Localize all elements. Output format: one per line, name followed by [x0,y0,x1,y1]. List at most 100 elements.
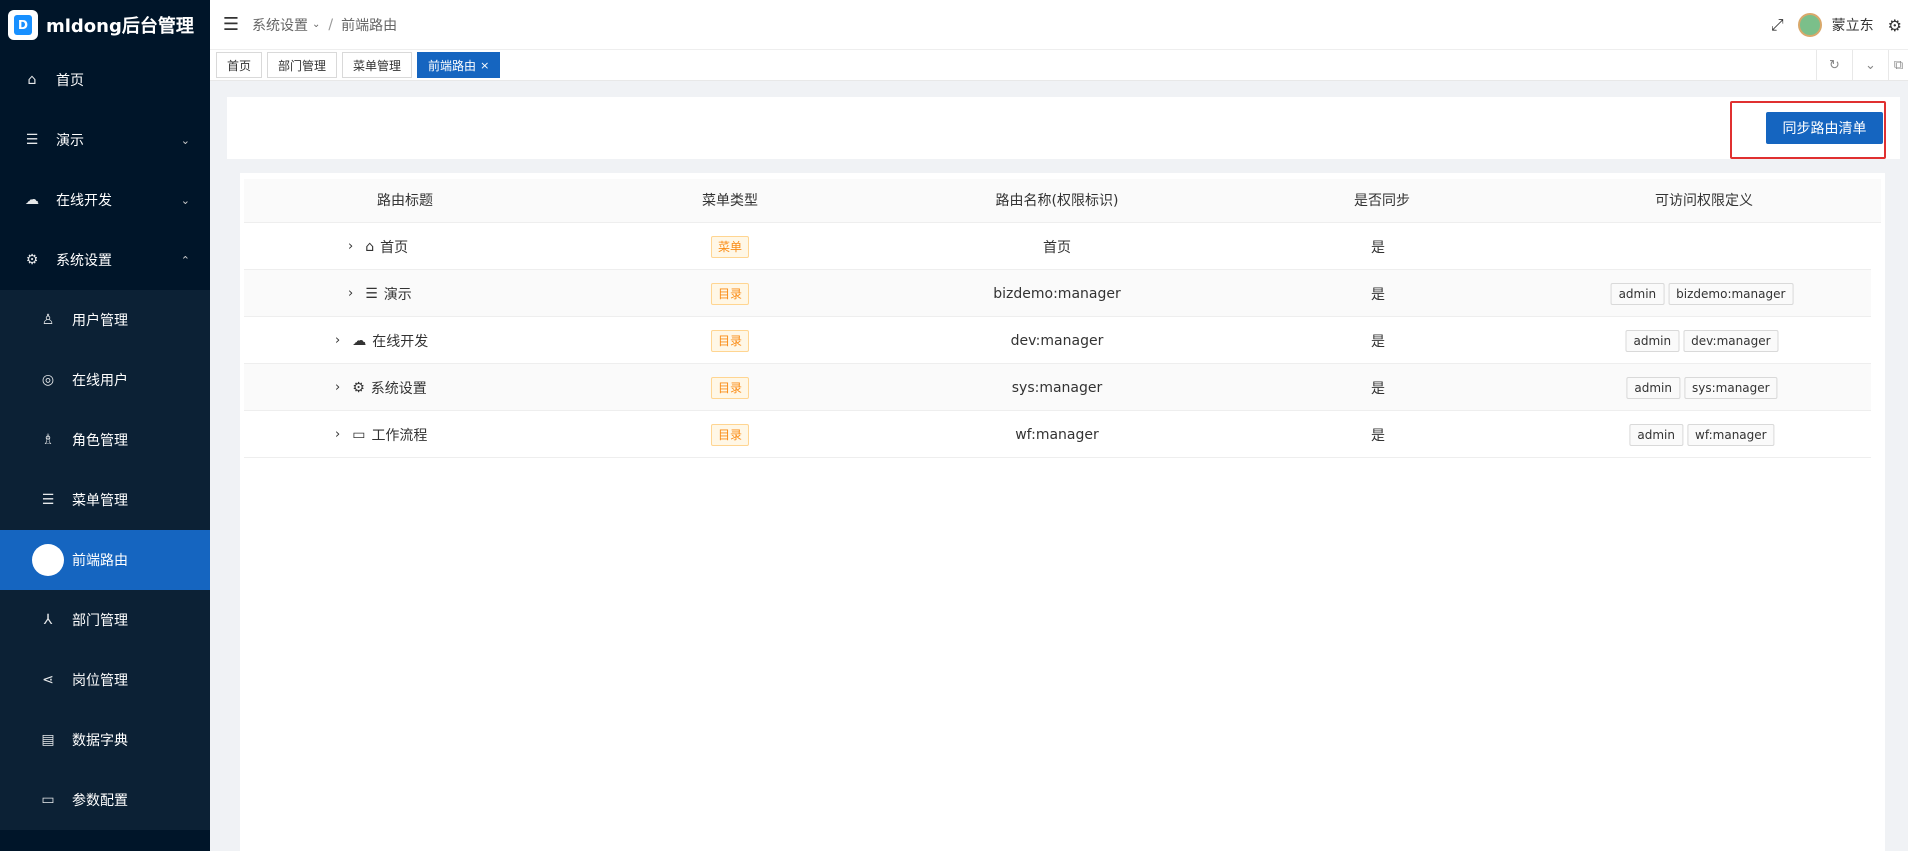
sidebar-subitem-4[interactable]: 前端路由 [0,530,210,590]
menu-type-tag: 目录 [710,376,750,399]
chevron-down-icon[interactable]: ⌄ [312,19,320,30]
synced-value: 是 [1371,427,1385,444]
tab-2[interactable]: 菜单管理 [342,52,413,78]
sidebar-item-label: 在线用户 [72,373,128,389]
menu-type-tag: 目录 [710,329,750,352]
expand-icon[interactable]: › [335,333,340,348]
col-route-name: 路由名称(权限标识) [995,193,1119,209]
route-name: sys:manager [1011,379,1103,396]
route-name: 首页 [1043,239,1071,256]
sidebar-item-label: 演示 [56,133,84,149]
sidebar-subitem-3[interactable]: ☰ 菜单管理 [0,470,210,530]
tab-label: 前端路由 [428,58,477,73]
gear-icon: ⚙ [352,379,365,396]
route-title: 在线开发 [372,333,429,350]
role-icon: ♗ [41,432,55,448]
menu-type-tag: 目录 [710,423,750,446]
col-synced: 是否同步 [1354,193,1410,209]
table-row[interactable]: › ☰ 演示 目录 bizdemo:manager 是 admin bizdemo:manag… [244,270,1871,317]
cloud-icon: ☁ [352,332,367,349]
avatar[interactable] [1797,13,1822,37]
permission-tag: sys:manager [1684,376,1778,399]
sidebar-item-label: 部门管理 [72,613,128,629]
permission-tag: dev:manager [1683,329,1779,352]
breadcrumb: 系统设置 ⌄ / 前端路由 [252,15,397,35]
user-icon: ♙ [41,312,55,328]
sidebar-item-3[interactable]: ⚙ 系统设置 ⌃ [0,230,210,290]
refresh-icon[interactable]: ↻ [1816,50,1852,81]
sidebar-item-label: 角色管理 [72,433,128,449]
sidebar-subitem-8[interactable]: ▭ 参数配置 [0,770,210,830]
synced-value: 是 [1371,286,1385,303]
share-icon: ⋖ [42,672,54,688]
route-name: wf:manager [1015,426,1099,443]
table-row[interactable]: › ▭ 工作流程 目录 wf:manager 是 admin wf:manager [244,411,1871,458]
tab-1[interactable]: 部门管理 [267,52,338,78]
list-icon: ☰ [25,132,39,148]
logo-icon: D [8,10,38,40]
menu-fold-icon[interactable]: ☰ [210,14,252,35]
permission-tag: admin [1610,282,1665,305]
chevron-icon[interactable]: ⌃ [181,254,190,267]
table-row[interactable]: › ⌂ 首页 菜单 首页 是 [244,223,1871,270]
route-title: 系统设置 [370,380,427,397]
expand-icon[interactable]: › [335,427,340,442]
user-name[interactable]: 蒙立东 [1832,15,1874,35]
sync-routes-button[interactable]: 同步路由清单 [1766,112,1883,144]
route-name: dev:manager [1010,332,1104,349]
expand-icon[interactable]: › [335,380,340,395]
tab-0[interactable]: 首页 [216,52,263,78]
expand-icon[interactable]: › [348,239,353,254]
top-header: ☰ 系统设置 ⌄ / 前端路由 ⤢ 蒙立东 ⚙ [210,0,1908,50]
laptop-icon: ▭ [352,426,366,443]
route-title: 工作流程 [371,427,428,444]
expand-icon[interactable]: › [348,286,353,301]
sidebar-item-label: 数据字典 [72,733,128,749]
close-icon[interactable]: × [480,59,489,72]
sidebar-item-label: 系统设置 [56,253,112,269]
table-row[interactable]: › ☁ 在线开发 目录 dev:manager 是 admin dev:manager [244,317,1871,364]
settings-gear-icon[interactable]: ⚙ [1888,16,1902,35]
sidebar-item-1[interactable]: ☰ 演示 ⌄ [0,110,210,170]
gear-icon: ⚙ [25,252,39,268]
breadcrumb-separator: / [328,16,334,33]
breadcrumb-item-system-settings[interactable]: 系统设置 [252,15,308,35]
file-icon: ▭ [41,792,55,808]
synced-value: 是 [1371,239,1385,256]
sidebar-item-2[interactable]: ☁ 在线开发 ⌄ [0,170,210,230]
menu-type-tag: 目录 [710,282,750,305]
submenu-system-settings: ♙ 用户管理 ◎ 在线用户 ♗ 角色管理 ☰ 菜单管理 前端路由 ⅄ 部门管理 ⋖ 岗位管理 ▤ 数据字典 ▭… [0,290,210,830]
sidebar-item-label: 前端路由 [72,553,128,569]
sidebar-item-label: 用户管理 [72,313,128,329]
permission-tag: admin [1626,376,1681,399]
permission-tag: bizdemo:manager [1668,282,1794,305]
sidebar-subitem-7[interactable]: ▤ 数据字典 [0,710,210,770]
sidebar-subitem-5[interactable]: ⅄ 部门管理 [0,590,210,650]
menu-type-tag: 菜单 [710,235,750,258]
online-user-icon: ◎ [41,372,55,388]
tabs-dropdown-icon[interactable]: ⌄ [1852,50,1888,81]
tab-3[interactable]: 前端路由 × [417,52,501,78]
sidebar-subitem-0[interactable]: ♙ 用户管理 [0,290,210,350]
sidebar-subitem-1[interactable]: ◎ 在线用户 [0,350,210,410]
tab-label: 首页 [227,58,252,73]
tabs-bar: 首页 部门管理 菜单管理 前端路由 × ↻ ⌄ ⧉ [210,50,1908,81]
breadcrumb-item-frontend-route: 前端路由 [341,17,398,34]
sidebar-item-label: 菜单管理 [72,493,128,509]
sidebar-subitem-6[interactable]: ⋖ 岗位管理 [0,650,210,710]
sidebar-item-label: 首页 [56,73,84,89]
route-name: bizdemo:manager [993,285,1121,302]
app-logo[interactable]: D mldong后台管理 [0,0,210,50]
sidebar-item-label: 岗位管理 [72,673,128,689]
list-icon: ☰ [365,285,378,302]
col-menu-type: 菜单类型 [702,193,758,209]
chevron-icon[interactable]: ⌄ [181,194,190,207]
sidebar-item-0[interactable]: ⌂ 首页 [0,50,210,110]
fullscreen-icon[interactable]: ⤢ [1771,15,1784,35]
permission-tag: admin [1629,423,1684,446]
sidebar-subitem-2[interactable]: ♗ 角色管理 [0,410,210,470]
col-permissions: 可访问权限定义 [1655,193,1753,209]
table-row[interactable]: › ⚙ 系统设置 目录 sys:manager 是 admin sys:manager [244,364,1871,411]
chevron-icon[interactable]: ⌄ [181,134,190,147]
tabs-fold-icon[interactable]: ⧉ [1888,50,1908,81]
